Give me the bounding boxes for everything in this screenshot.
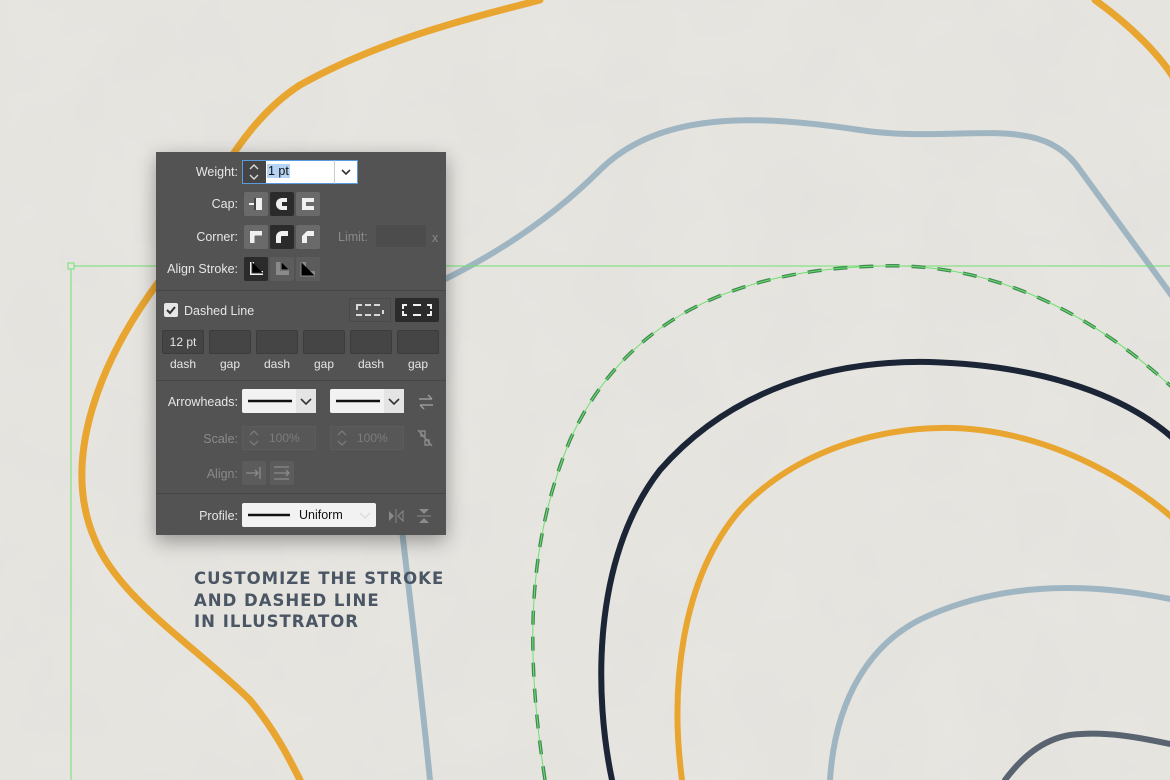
arrow-tip-at-end-button[interactable] xyxy=(270,461,294,485)
stroke-panel: Weight: 1 pt Cap: Corner: Limit: x Align… xyxy=(156,152,446,535)
weight-stepper[interactable] xyxy=(242,160,266,184)
caption-line-3: IN ILLUSTRATOR xyxy=(194,612,359,631)
weight-input[interactable]: 1 pt xyxy=(266,160,334,184)
end-scale-value: 100% xyxy=(357,431,388,445)
dash-field-2-label: dash xyxy=(263,357,291,371)
preserve-dash-button[interactable] xyxy=(349,298,391,322)
checkmark-icon xyxy=(166,306,176,315)
start-scale-value: 100% xyxy=(269,431,300,445)
align-center-button[interactable] xyxy=(244,257,268,281)
round-join-button[interactable] xyxy=(270,225,294,249)
caption: CUSTOMIZE THE STROKE AND DASHED LINE IN … xyxy=(194,568,444,633)
start-scale-field[interactable]: 100% xyxy=(242,426,316,450)
weight-label: Weight: xyxy=(195,165,238,179)
dash-field-1-label: dash xyxy=(169,357,197,371)
projecting-cap-icon xyxy=(302,198,314,210)
align-inside-button[interactable] xyxy=(270,257,294,281)
gap-field-2[interactable] xyxy=(303,330,345,354)
round-cap-button[interactable] xyxy=(270,192,294,216)
gap-field-1[interactable] xyxy=(209,330,251,354)
caption-line-1: CUSTOMIZE THE STROKE xyxy=(194,569,445,588)
dash-field-3[interactable] xyxy=(350,330,392,354)
corner-label: Corner: xyxy=(196,230,238,244)
gap-field-3-label: gap xyxy=(407,357,429,371)
weight-value: 1 pt xyxy=(267,164,290,178)
chevron-down-icon xyxy=(341,169,351,176)
butt-cap-icon xyxy=(249,198,262,210)
bevel-join-icon xyxy=(302,231,314,243)
end-scale-field[interactable]: 100% xyxy=(330,426,404,450)
dashed-line-label: Dashed Line xyxy=(184,304,255,318)
arrowheads-label: Arrowheads: xyxy=(167,395,238,409)
chevron-down-icon xyxy=(359,512,371,520)
bevel-join-button[interactable] xyxy=(296,225,320,249)
projecting-cap-button[interactable] xyxy=(296,192,320,216)
gap-field-2-label: gap xyxy=(313,357,335,371)
stepper-up-icon xyxy=(249,164,259,170)
link-scale-button[interactable] xyxy=(414,427,436,449)
limit-input[interactable] xyxy=(376,225,426,247)
align-dash-corners-icon xyxy=(402,304,432,316)
align-inside-icon xyxy=(276,262,289,275)
weight-dropdown-button[interactable] xyxy=(334,160,358,184)
round-join-icon xyxy=(276,231,288,243)
end-arrowhead-select[interactable] xyxy=(330,389,404,413)
selection-handle[interactable] xyxy=(67,262,75,270)
dash-field-2[interactable] xyxy=(256,330,298,354)
dashed-line-checkbox[interactable] xyxy=(164,303,178,317)
preserve-dash-icon xyxy=(356,304,384,316)
align-dash-corners-button[interactable] xyxy=(395,298,439,322)
butt-cap-button[interactable] xyxy=(244,192,268,216)
swap-arrows-icon xyxy=(419,394,433,410)
flip-across-button[interactable] xyxy=(414,506,434,526)
separator xyxy=(156,290,446,291)
align-center-icon xyxy=(250,262,263,275)
separator xyxy=(156,380,446,381)
dash-field-1[interactable]: 12 pt xyxy=(162,330,204,354)
align-outside-icon xyxy=(300,262,315,277)
arrow-at-end-icon xyxy=(274,466,290,480)
gap-field-1-label: gap xyxy=(219,357,241,371)
swap-arrowheads-button[interactable] xyxy=(414,392,438,412)
arrow-tip-beyond-button[interactable] xyxy=(242,461,266,485)
align-stroke-label: Align Stroke: xyxy=(167,262,238,276)
separator xyxy=(156,493,446,494)
cap-label: Cap: xyxy=(211,197,238,211)
profile-dropdown-button[interactable] xyxy=(354,503,376,527)
arrow-beyond-icon xyxy=(246,467,261,479)
miter-join-button[interactable] xyxy=(244,225,268,249)
round-cap-icon xyxy=(276,198,288,210)
limit-unit: x xyxy=(432,231,439,245)
start-arrowhead-select[interactable] xyxy=(242,389,316,413)
flip-vertical-icon xyxy=(417,509,431,523)
flip-along-button[interactable] xyxy=(386,506,406,526)
flip-horizontal-icon xyxy=(389,509,404,523)
align-label: Align: xyxy=(206,467,238,481)
align-outside-button[interactable] xyxy=(296,257,320,281)
dash-field-3-label: dash xyxy=(357,357,385,371)
scale-label: Scale: xyxy=(203,432,238,446)
stepper-down-icon xyxy=(249,174,259,180)
caption-line-2: AND DASHED LINE xyxy=(194,590,380,610)
gap-field-3[interactable] xyxy=(397,330,439,354)
profile-value: Uniform xyxy=(299,508,343,522)
miter-join-icon xyxy=(250,231,262,243)
limit-label: Limit: xyxy=(338,230,368,244)
profile-label: Profile: xyxy=(199,509,238,523)
unlink-icon xyxy=(417,429,433,447)
